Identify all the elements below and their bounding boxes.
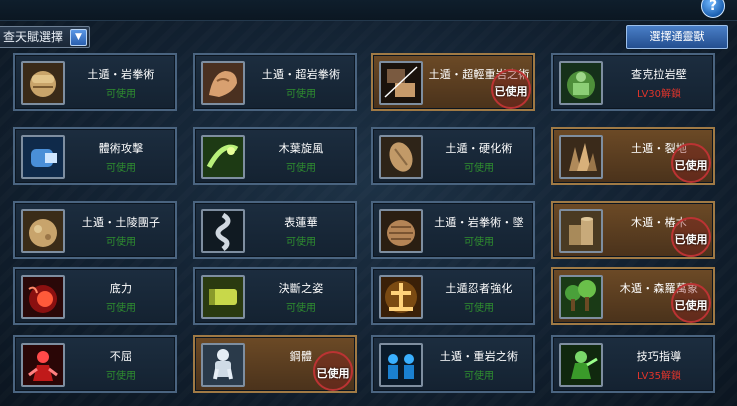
rock-cone-icon — [379, 209, 423, 253]
help-button[interactable]: ? — [701, 0, 725, 18]
availability-label: 可使用 — [286, 89, 316, 100]
skill-name: 不屈 — [109, 350, 133, 363]
skill-card[interactable]: 土遁忍者強化 可使用 — [371, 267, 535, 325]
wood-stake-icon — [559, 209, 603, 253]
skill-name: 表蓮華 — [284, 216, 318, 229]
availability-label: 可使用 — [106, 303, 136, 314]
unlock-level-label: LV30解鎖 — [636, 89, 682, 100]
skill-card[interactable]: 查克拉岩壁 LV30解鎖 — [551, 53, 715, 111]
scroll-icon — [201, 275, 245, 319]
availability-label: 可使用 — [106, 163, 136, 174]
whirlwind-kick-icon — [201, 135, 245, 179]
availability-label: 可使用 — [106, 89, 136, 100]
skill-card[interactable]: 土遁・裂地 已使用 — [551, 127, 715, 185]
availability-label: 可使用 — [286, 237, 316, 248]
skill-card[interactable]: 表蓮華 可使用 — [193, 201, 357, 259]
skill-name: 土遁・硬化術 — [445, 142, 513, 155]
skill-card[interactable]: 體術攻擊 可使用 — [13, 127, 177, 185]
skill-card[interactable]: 土遁・超岩拳術 可使用 — [193, 53, 357, 111]
used-stamp: 已使用 — [313, 351, 353, 391]
skill-card[interactable]: 木遁・森羅萬象 已使用 — [551, 267, 715, 325]
chakra-wall-icon — [559, 61, 603, 105]
availability-label: 可使用 — [464, 371, 494, 382]
skill-name: 底力 — [109, 282, 133, 295]
skill-name: 土遁・重岩之術 — [439, 350, 519, 363]
availability-label: 可使用 — [464, 237, 494, 248]
boulder-icon — [21, 209, 65, 253]
blue-ninjas-icon — [379, 343, 423, 387]
skill-card[interactable]: 土遁・土陵團子 可使用 — [13, 201, 177, 259]
skill-card[interactable]: 土遁・硬化術 可使用 — [371, 127, 535, 185]
used-stamp-label: 已使用 — [674, 233, 708, 246]
skill-card[interactable]: 鋼體 已使用 — [193, 335, 357, 393]
availability-label: 可使用 — [106, 237, 136, 248]
skill-name: 土遁・土陵團子 — [81, 216, 161, 229]
skill-name: 體術攻擊 — [98, 142, 144, 155]
skill-card[interactable]: 不屈 可使用 — [13, 335, 177, 393]
skill-name: 技巧指導 — [636, 350, 682, 363]
skill-card[interactable]: 決斷之姿 可使用 — [193, 267, 357, 325]
availability-label: 可使用 — [464, 303, 494, 314]
filter-label: 查天賦選擇 — [3, 30, 64, 44]
talent-filter-dropdown[interactable]: 查天賦選擇 ▼ — [0, 26, 91, 48]
select-summon-button[interactable]: 選擇通靈獸 — [626, 25, 728, 49]
used-stamp-label: 已使用 — [674, 299, 708, 312]
skill-card[interactable]: 土遁・超輕重岩之術 已使用 — [371, 53, 535, 111]
availability-label: 可使用 — [106, 371, 136, 382]
skill-name: 土遁・岩拳術・墜 — [434, 216, 524, 229]
skill-card[interactable]: 底力 可使用 — [13, 267, 177, 325]
used-stamp-label: 已使用 — [674, 159, 708, 172]
skill-name: 查克拉岩壁 — [631, 68, 687, 81]
earth-kanji-icon — [379, 275, 423, 319]
unlock-level-label: LV35解鎖 — [636, 371, 682, 382]
skill-name: 土遁忍者強化 — [445, 282, 513, 295]
heavy-fist-icon — [379, 61, 423, 105]
red-ninja-icon — [21, 343, 65, 387]
skill-card[interactable]: 木葉旋風 可使用 — [193, 127, 357, 185]
skill-name: 木葉旋風 — [278, 142, 324, 155]
punch-icon — [21, 135, 65, 179]
rock-fist-icon — [21, 61, 65, 105]
forest-icon — [559, 275, 603, 319]
red-aura-icon — [21, 275, 65, 319]
skill-name: 土遁・超岩拳術 — [261, 68, 341, 81]
steel-body-icon — [201, 343, 245, 387]
spiral-icon — [201, 209, 245, 253]
used-stamp: 已使用 — [491, 69, 531, 109]
skill-card[interactable]: 土遁・岩拳術 可使用 — [13, 53, 177, 111]
used-stamp-label: 已使用 — [316, 367, 350, 380]
availability-label: 可使用 — [464, 163, 494, 174]
used-stamp: 已使用 — [671, 143, 711, 183]
availability-label: 可使用 — [286, 163, 316, 174]
used-stamp-label: 已使用 — [494, 85, 528, 98]
skill-card[interactable]: 土遁・岩拳術・墜 可使用 — [371, 201, 535, 259]
skill-name: 土遁・岩拳術 — [87, 68, 155, 81]
chevron-down-icon[interactable]: ▼ — [70, 29, 88, 46]
skill-card[interactable]: 土遁・重岩之術 可使用 — [371, 335, 535, 393]
stone-shield-icon — [379, 135, 423, 179]
availability-label: 可使用 — [286, 303, 316, 314]
skill-card[interactable]: 木遁・樁木 已使用 — [551, 201, 715, 259]
green-ninja-icon — [559, 343, 603, 387]
skill-name: 決斷之姿 — [278, 282, 324, 295]
top-bar: ? — [0, 0, 737, 21]
crystal-spike-icon — [559, 135, 603, 179]
muscle-arm-icon — [201, 61, 245, 105]
used-stamp: 已使用 — [671, 217, 711, 257]
used-stamp: 已使用 — [671, 283, 711, 323]
skill-card[interactable]: 技巧指導 LV35解鎖 — [551, 335, 715, 393]
